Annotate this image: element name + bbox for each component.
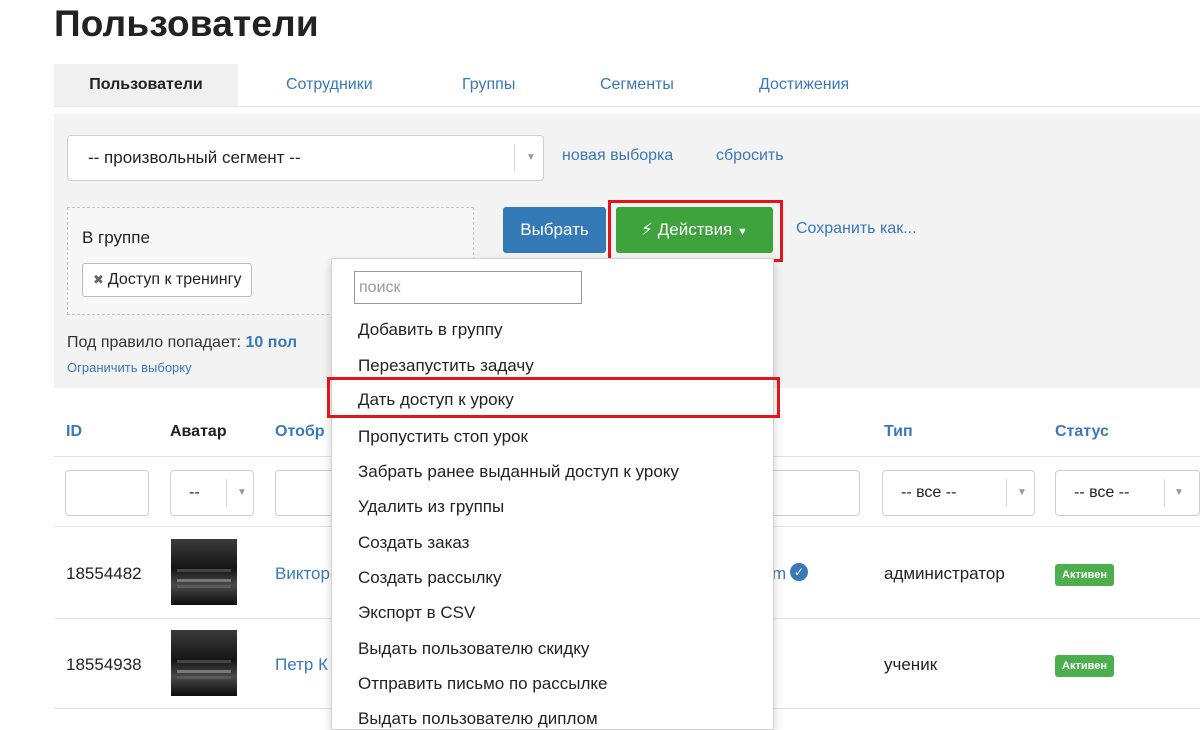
menu-item-remove-from-group[interactable]: Удалить из группы [358, 497, 504, 517]
segment-select-value: -- произвольный сегмент -- [88, 148, 301, 167]
email-filter-input[interactable] [770, 470, 860, 516]
row-id: 18554482 [66, 564, 142, 583]
status-filter-value: -- все -- [1074, 484, 1130, 501]
id-filter-input[interactable] [65, 470, 149, 516]
row-id: 18554938 [66, 655, 142, 674]
actions-button-label: Действия [657, 220, 733, 239]
row-type: ученик [884, 655, 938, 674]
reset-link[interactable]: сбросить [716, 147, 784, 165]
dropdown-search-input[interactable]: поиск [354, 271, 582, 304]
column-header-type[interactable]: Тип [884, 423, 913, 441]
row-type: администратор [884, 564, 1005, 583]
rule-count[interactable]: 10 пол [246, 334, 297, 351]
close-icon[interactable]: ✖ [93, 272, 104, 287]
column-header-display[interactable]: Отобр [275, 423, 325, 441]
status-filter-select[interactable]: -- все -- ▼ [1055, 470, 1200, 516]
tab-segments[interactable]: Сегменты [600, 64, 674, 106]
menu-item-give-discount[interactable]: Выдать пользователю скидку [358, 639, 589, 659]
save-as-link[interactable]: Сохранить как... [796, 220, 917, 238]
actions-button[interactable]: ⚡ Действия ▼ [616, 207, 773, 253]
menu-item-revoke-lesson-access[interactable]: Забрать ранее выданный доступ к уроку [358, 462, 679, 482]
avatar[interactable] [171, 539, 237, 605]
type-filter-select[interactable]: -- все -- ▼ [882, 470, 1035, 516]
select-button[interactable]: Выбрать [503, 207, 606, 253]
column-header-status[interactable]: Статус [1055, 423, 1109, 441]
tab-achievements[interactable]: Достижения [759, 64, 849, 106]
chevron-down-icon: ▼ [1017, 487, 1027, 498]
menu-item-give-diploma[interactable]: Выдать пользователю диплом [358, 709, 598, 729]
page-title: Пользователи [54, 3, 319, 44]
avatar[interactable] [171, 630, 237, 696]
group-tag-label: Доступ к тренингу [107, 271, 242, 288]
menu-item-export-csv[interactable]: Экспорт в CSV [358, 603, 475, 623]
avatar-filter-select[interactable]: -- ▼ [170, 470, 254, 516]
tab-employees[interactable]: Сотрудники [286, 64, 373, 106]
status-badge: Активен [1055, 564, 1114, 586]
display-filter-input[interactable] [275, 470, 335, 516]
menu-item-add-to-group[interactable]: Добавить в группу [358, 320, 502, 340]
type-filter-value: -- все -- [901, 484, 957, 501]
row-name-link[interactable]: Виктор [275, 564, 330, 584]
rule-prefix: Под правило попадает: [67, 334, 246, 351]
tab-bar: Пользователи Сотрудники Группы Сегменты … [54, 64, 1200, 107]
menu-item-restart-task[interactable]: Перезапустить задачу [358, 356, 534, 376]
limit-selection-link[interactable]: Ограничить выборку [67, 360, 192, 375]
menu-item-create-mailing[interactable]: Создать рассылку [358, 568, 502, 588]
group-tag: ✖ Доступ к тренингу [82, 263, 253, 297]
column-header-id[interactable]: ID [66, 423, 82, 441]
menu-item-grant-lesson-access[interactable]: Дать доступ к уроку [358, 390, 514, 410]
row-email-link[interactable]: m [772, 564, 786, 584]
avatar-filter-value: -- [189, 484, 200, 501]
chevron-down-icon: ▼ [526, 152, 536, 163]
chevron-down-icon: ▼ [237, 487, 247, 498]
menu-item-send-mailing-letter[interactable]: Отправить письмо по рассылке [358, 674, 607, 694]
menu-item-create-order[interactable]: Создать заказ [358, 533, 469, 553]
menu-item-skip-stop-lesson[interactable]: Пропустить стоп урок [358, 427, 528, 447]
check-circle-icon: ✓ [790, 563, 808, 581]
new-selection-link[interactable]: новая выборка [562, 147, 673, 165]
actions-dropdown-menu: поиск Добавить в группу Перезапустить за… [331, 258, 774, 730]
tab-groups[interactable]: Группы [462, 64, 515, 106]
segment-select[interactable]: -- произвольный сегмент -- ▼ [67, 135, 544, 181]
group-label: В группе [82, 228, 150, 247]
row-name-link[interactable]: Петр К [275, 655, 328, 675]
chevron-down-icon: ▼ [1174, 487, 1184, 498]
tab-users[interactable]: Пользователи [54, 64, 238, 106]
lightning-icon: ⚡ [641, 220, 654, 239]
column-header-avatar: Аватар [170, 423, 227, 440]
caret-down-icon: ▼ [737, 226, 748, 238]
rule-count-text: Под правило попадает: 10 пол [67, 334, 297, 352]
status-badge: Активен [1055, 655, 1114, 677]
